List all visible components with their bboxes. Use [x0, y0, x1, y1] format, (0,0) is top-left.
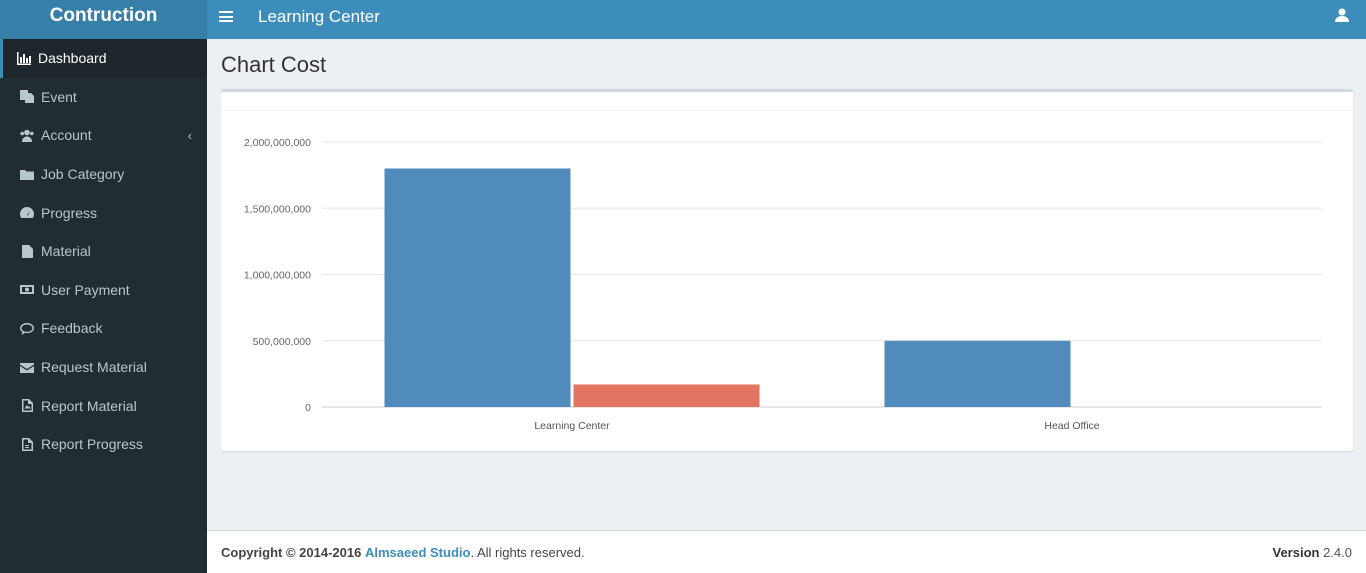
- version-info: Version 2.4.0: [1272, 545, 1352, 560]
- bar: [573, 384, 760, 407]
- sidebar-item-label: Account: [41, 127, 92, 144]
- bar-chart: 0 500,000,000 1,000,000,000 1,500,000,000 2,…: [244, 137, 1322, 432]
- sidebar-item-label: Progress: [41, 204, 98, 221]
- sidebar-item-job-category[interactable]: Job Category: [0, 155, 207, 194]
- menu-toggle-icon[interactable]: [219, 11, 233, 25]
- sidebar-item-label: User Payment: [41, 281, 130, 298]
- sidebar-item-user-payment[interactable]: User Payment: [0, 271, 207, 310]
- brand-name: Contruction: [49, 5, 158, 26]
- sidebar-item-event[interactable]: Event: [0, 78, 207, 117]
- sidebar-item-label: Material: [41, 243, 91, 260]
- sidebar-item-label: Feedback: [41, 320, 103, 337]
- bar-chart-icon: [16, 51, 31, 65]
- sidebar-item-material[interactable]: Material: [0, 232, 207, 271]
- sidebar-item-label: Request Material: [41, 359, 147, 376]
- sidebar-item-progress[interactable]: Progress: [0, 193, 207, 232]
- copy-icon: [19, 90, 34, 104]
- folder-icon: [19, 167, 34, 181]
- copyright-suffix: . All rights reserved.: [470, 545, 585, 560]
- image-file-icon: [19, 399, 34, 413]
- sidebar-item-report-progress[interactable]: Report Progress: [0, 425, 207, 464]
- x-tick-label: Head Office: [1044, 420, 1099, 432]
- chart-box: 0 500,000,000 1,000,000,000 1,500,000,000 2,…: [221, 89, 1353, 451]
- file-icon: [19, 244, 34, 258]
- company-link[interactable]: Almsaeed Studio: [365, 545, 470, 560]
- sidebar-item-dashboard[interactable]: Dashboard: [0, 39, 207, 78]
- y-tick-label: 500,000,000: [253, 336, 312, 348]
- sidebar-item-account[interactable]: Account ‹: [0, 116, 207, 155]
- sidebar-item-label: Report Material: [41, 397, 137, 414]
- pdf-file-icon: [19, 437, 34, 451]
- user-icon[interactable]: [1335, 8, 1349, 22]
- header-title: Learning Center: [258, 7, 380, 26]
- y-tick-label: 0: [305, 402, 311, 414]
- sidebar: Dashboard Event Account ‹ Job Category P…: [0, 39, 207, 573]
- chevron-left-icon[interactable]: ‹: [188, 128, 192, 143]
- sidebar-item-feedback[interactable]: Feedback: [0, 309, 207, 348]
- footer: Copyright © 2014-2016 Almsaeed Studio. A…: [207, 530, 1366, 573]
- dashboard-gauge-icon: [19, 206, 34, 220]
- y-tick-label: 1,000,000,000: [244, 270, 311, 282]
- copyright: Copyright © 2014-2016 Almsaeed Studio. A…: [221, 545, 585, 560]
- brand-logo[interactable]: Contruction: [0, 0, 207, 39]
- y-tick-label: 2,000,000,000: [244, 137, 311, 149]
- version-label: Version: [1272, 545, 1320, 560]
- copyright-prefix: Copyright © 2014-2016: [221, 545, 362, 560]
- top-navbar: Learning Center: [207, 0, 1366, 39]
- sidebar-item-label: Dashboard: [38, 50, 107, 67]
- sidebar-item-report-material[interactable]: Report Material: [0, 386, 207, 425]
- users-icon: [19, 128, 34, 142]
- y-tick-label: 1,500,000,000: [244, 203, 311, 215]
- x-tick-label: Learning Center: [534, 420, 610, 432]
- money-icon: [19, 283, 34, 297]
- sidebar-item-label: Job Category: [41, 166, 125, 183]
- bar: [884, 340, 1071, 407]
- version-number: 2.4.0: [1323, 545, 1352, 560]
- comment-icon: [19, 321, 34, 335]
- sidebar-item-label: Report Progress: [41, 436, 143, 453]
- bar: [384, 168, 571, 407]
- envelope-icon: [19, 360, 34, 374]
- sidebar-item-request-material[interactable]: Request Material: [0, 348, 207, 387]
- page-title: Chart Cost: [221, 52, 327, 77]
- sidebar-item-label: Event: [41, 88, 77, 105]
